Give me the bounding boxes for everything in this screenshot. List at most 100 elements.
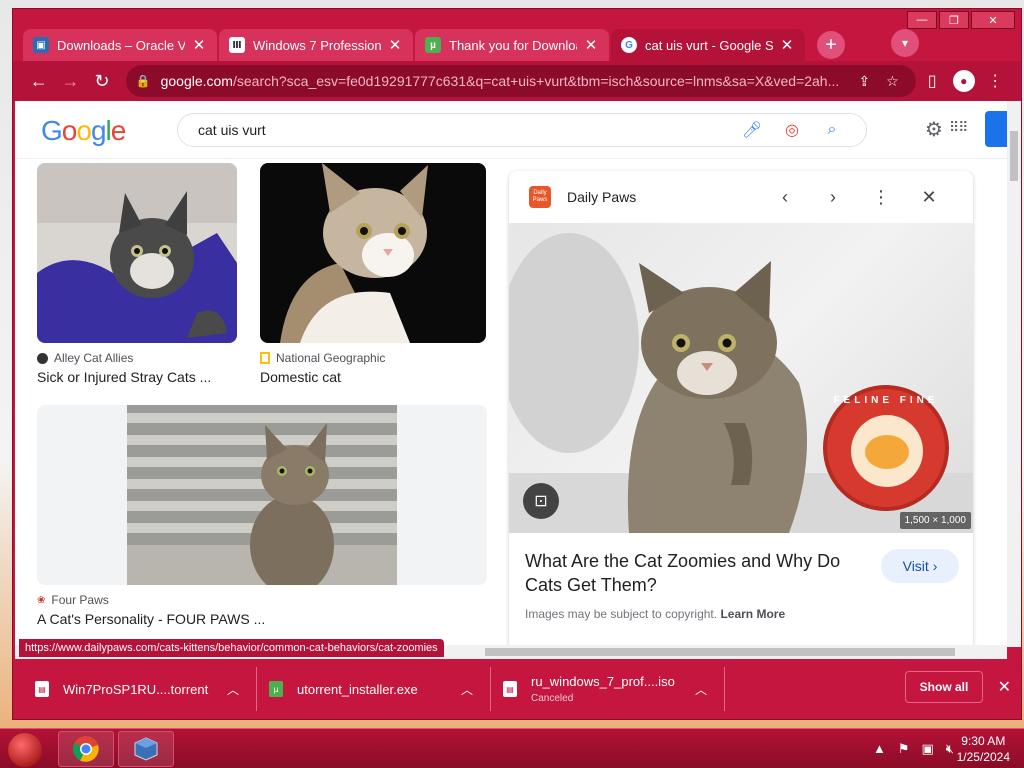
tab-title: Windows 7 Professional xyxy=(253,37,381,53)
browser-window: — ❐ ✕ ▣ Downloads – Oracle VM ✕ Ⅲ Window… xyxy=(12,8,1022,720)
chevron-left-icon[interactable]: ‹ xyxy=(761,187,809,208)
result-image[interactable] xyxy=(260,163,486,343)
volume-muted-icon[interactable]: 🔇︎ xyxy=(946,741,954,757)
url-text: google.com/search?sca_esv=fe0d19291777c6… xyxy=(160,73,840,89)
start-button[interactable] xyxy=(8,733,42,767)
close-tab-icon[interactable]: ✕ xyxy=(779,36,795,54)
logo-letter: e xyxy=(110,115,127,146)
tab-title: Thank you for Download xyxy=(449,37,577,53)
reload-button[interactable]: ↻ xyxy=(86,65,118,97)
download-item[interactable]: µ utorrent_installer.exe ︿ xyxy=(257,667,491,711)
tab-google-search[interactable]: G cat uis vurt - Google Sea ✕ xyxy=(611,29,805,61)
result-image[interactable] xyxy=(37,405,487,585)
utorrent-icon: µ xyxy=(425,37,441,53)
restore-button[interactable]: ❐ xyxy=(939,11,969,29)
avatar: ● xyxy=(952,70,975,92)
chevron-right-icon: › xyxy=(932,558,938,574)
file-icon: ▤ xyxy=(35,681,49,697)
result-caption[interactable]: Sick or Injured Stray Cats ... xyxy=(37,369,237,385)
preview-site-name[interactable]: Daily Paws xyxy=(567,189,761,205)
taskbar: ▲ ⚑ ▣ 🔇︎ 9:30 AM 1/25/2024 xyxy=(0,728,1024,768)
taskbar-virtualbox[interactable] xyxy=(118,731,174,767)
network-icon[interactable]: ▣ xyxy=(922,741,934,757)
result-caption[interactable]: A Cat's Personality - FOUR PAWS ... xyxy=(37,611,487,627)
side-panel-icon[interactable]: ▯ xyxy=(916,65,948,97)
natgeo-icon xyxy=(260,352,270,364)
visit-button[interactable]: Visit › xyxy=(881,549,959,583)
result-image[interactable] xyxy=(37,163,237,343)
tab-strip: ▣ Downloads – Oracle VM ✕ Ⅲ Windows 7 Pr… xyxy=(23,25,845,61)
copyright-notice: Images may be subject to copyright. Lear… xyxy=(525,607,785,621)
utorrent-icon: µ xyxy=(269,681,283,697)
archive-icon: Ⅲ xyxy=(229,37,245,53)
clock[interactable]: 9:30 AM 1/25/2024 xyxy=(957,733,1010,765)
status-url: https://www.dailypaws.com/cats-kittens/b… xyxy=(19,639,444,657)
address-bar[interactable]: 🔒 google.com/search?sca_esv=fe0d19291777… xyxy=(125,65,917,97)
copyright-text: Images may be subject to copyright. xyxy=(525,607,718,621)
more-options-icon[interactable]: ⋮ xyxy=(857,187,905,208)
close-window-button[interactable]: ✕ xyxy=(971,11,1015,29)
logo-letter: o xyxy=(76,115,92,146)
lens-search-icon[interactable]: ⊡ xyxy=(523,483,559,519)
close-tab-icon[interactable]: ✕ xyxy=(191,36,207,54)
result-card[interactable]: Alley Cat Allies Sick or Injured Stray C… xyxy=(37,163,237,385)
chevron-up-icon[interactable]: ︿ xyxy=(222,681,244,698)
daily-paws-logo: Daily Paws xyxy=(529,186,551,208)
forward-button[interactable]: → xyxy=(55,65,87,97)
new-tab-button[interactable]: + xyxy=(817,31,845,59)
vertical-scrollbar[interactable] xyxy=(1007,101,1021,647)
gear-icon[interactable]: ⚙ xyxy=(925,117,943,142)
search-input[interactable]: cat uis vurt 🎤︎ ◎ ⌕ xyxy=(177,113,867,147)
microphone-icon[interactable]: 🎤︎ xyxy=(732,120,772,140)
sign-in-button[interactable] xyxy=(985,111,1007,147)
preview-title[interactable]: What Are the Cat Zoomies and Why Do Cats… xyxy=(525,549,855,597)
logo-letter: o xyxy=(61,115,78,146)
minimize-button[interactable]: — xyxy=(907,11,937,29)
preview-header: Daily Paws Daily Paws ‹ › ⋮ ✕ xyxy=(509,171,973,223)
learn-more-link[interactable]: Learn More xyxy=(720,607,785,621)
chevron-up-icon[interactable]: ︿ xyxy=(456,681,478,698)
show-all-button[interactable]: Show all xyxy=(905,671,983,703)
lens-icon[interactable]: ◎ xyxy=(772,120,812,140)
result-source: Alley Cat Allies xyxy=(37,351,237,365)
chevron-right-icon[interactable]: › xyxy=(809,187,857,208)
download-item[interactable]: ▤ Win7ProSP1RU....torrent ︿ xyxy=(23,667,257,711)
clock-time: 9:30 AM xyxy=(961,734,1006,748)
taskbar-chrome[interactable] xyxy=(58,731,114,767)
flag-icon[interactable]: ⚑ xyxy=(898,741,910,757)
google-logo[interactable]: Google xyxy=(41,115,127,147)
result-card[interactable]: National Geographic Domestic cat xyxy=(260,163,486,385)
apps-grid-icon[interactable]: ⠿⠿ xyxy=(949,119,968,136)
paw-icon: ❀ xyxy=(37,594,46,606)
close-icon[interactable]: ✕ xyxy=(998,677,1011,697)
download-name: utorrent_installer.exe xyxy=(297,681,418,697)
show-hidden-icons[interactable]: ▲ xyxy=(873,741,886,757)
bookmark-star-icon[interactable]: ☆ xyxy=(878,73,906,90)
tab-oracle-vm[interactable]: ▣ Downloads – Oracle VM ✕ xyxy=(23,29,217,61)
file-icon: ▤ xyxy=(503,681,517,697)
tab-title: Downloads – Oracle VM xyxy=(57,37,185,53)
tab-title: cat uis vurt - Google Sea xyxy=(645,37,773,53)
result-caption[interactable]: Domestic cat xyxy=(260,369,486,385)
tab-utorrent[interactable]: µ Thank you for Download ✕ xyxy=(415,29,609,61)
clock-date: 1/25/2024 xyxy=(956,750,1010,764)
close-tab-icon[interactable]: ✕ xyxy=(387,36,403,54)
download-item[interactable]: ▤ ru_windows_7_prof....iso Canceled ︿ xyxy=(491,667,725,711)
preview-image[interactable]: FELINE FINE ⊡ 1,500 × 1,000 xyxy=(509,223,973,533)
tab-windows7[interactable]: Ⅲ Windows 7 Professional ✕ xyxy=(219,29,413,61)
tab-search-button[interactable]: ▾ xyxy=(891,29,919,57)
result-card[interactable]: ❀ Four Paws A Cat's Personality - FOUR PA… xyxy=(37,405,487,627)
google-icon: G xyxy=(621,37,637,53)
search-icon[interactable]: ⌕ xyxy=(812,121,852,139)
logo-letter: g xyxy=(90,115,107,146)
chevron-up-icon[interactable]: ︿ xyxy=(690,681,712,698)
back-button[interactable]: ← xyxy=(23,65,55,97)
share-icon[interactable]: ⇪ xyxy=(850,73,878,90)
close-tab-icon[interactable]: ✕ xyxy=(583,36,599,54)
menu-button[interactable]: ⋮ xyxy=(980,65,1012,97)
lock-icon[interactable]: 🔒 xyxy=(136,74,151,88)
download-status: Canceled xyxy=(531,693,574,704)
close-icon[interactable]: ✕ xyxy=(905,187,953,208)
profile-button[interactable]: ● xyxy=(948,65,980,97)
source-name: Alley Cat Allies xyxy=(54,351,134,365)
